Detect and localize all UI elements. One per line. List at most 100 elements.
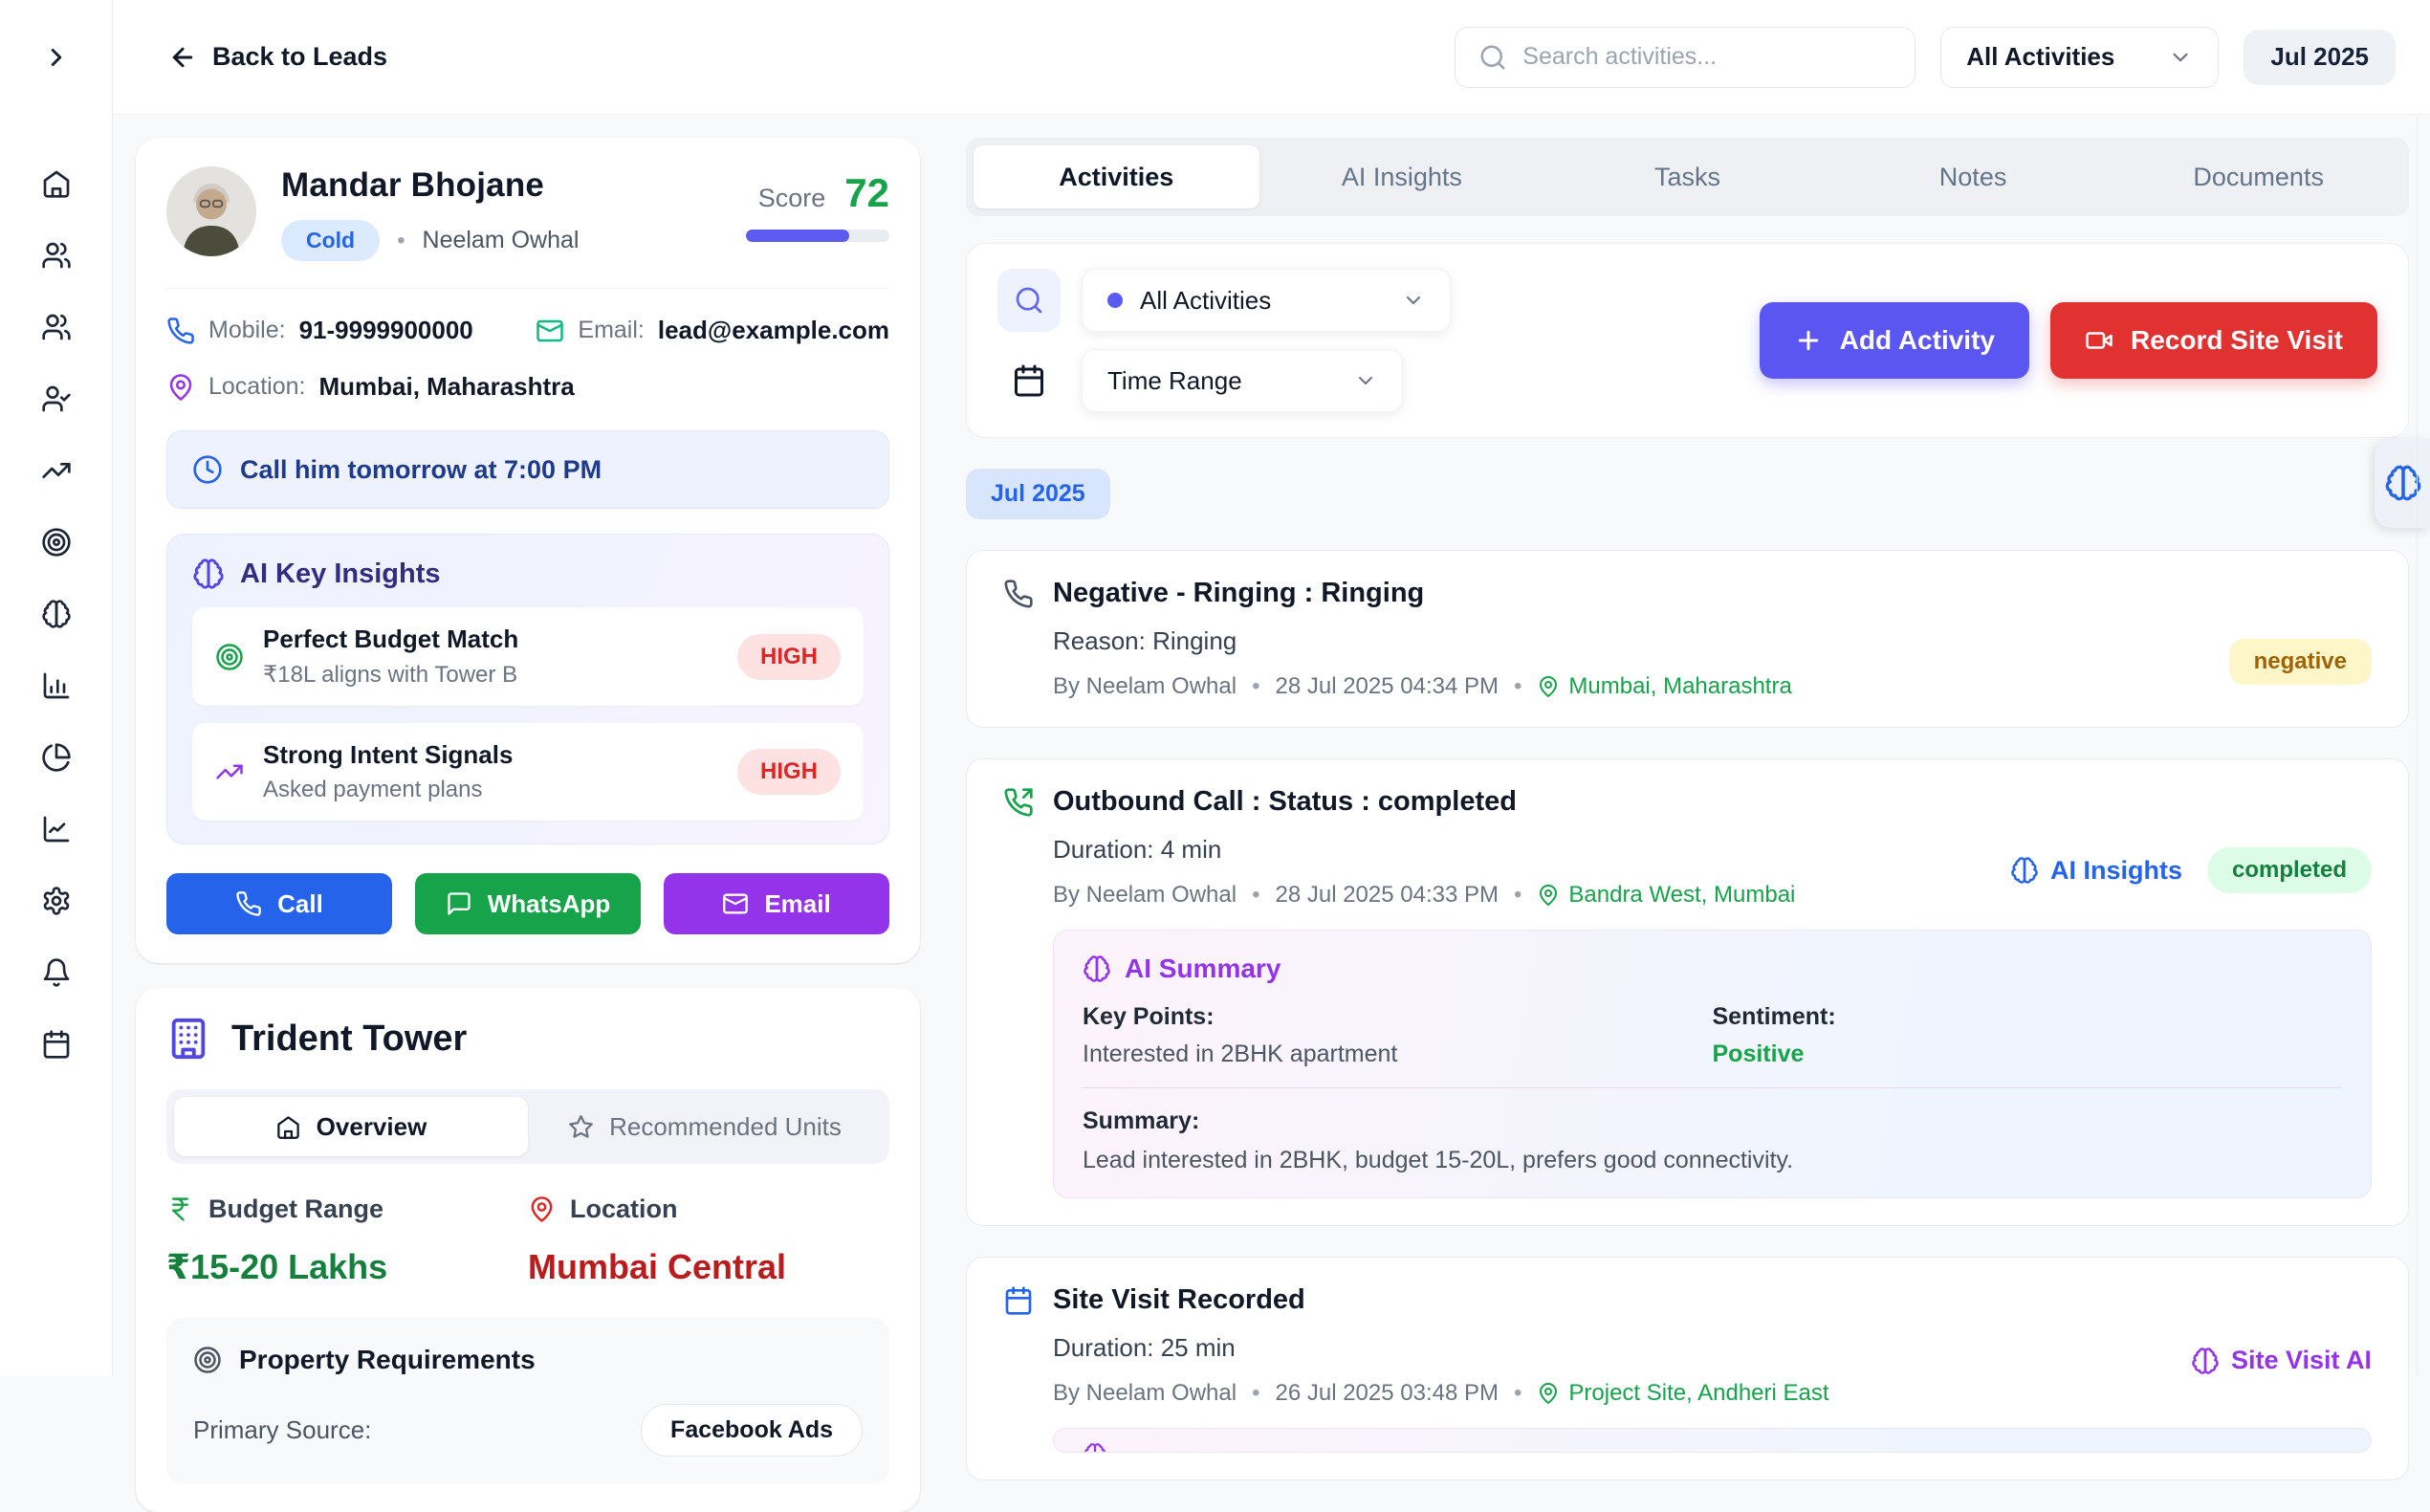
phone-icon [1003,579,1034,609]
activity-type-dropdown[interactable]: All Activities [1082,269,1451,332]
ai-insights-link[interactable]: AI Insights [2010,856,2182,886]
time-range-dropdown-value: Time Range [1107,366,1242,396]
activities-panel: Activities AI Insights Tasks Notes Docum… [966,138,2409,1376]
ai-summary-title: AI Summary [1125,953,1281,984]
lead-identity: Mandar Bhojane Cold Neelam Owhal [281,166,579,261]
activity-location[interactable]: Mumbai, Maharashtra [1537,673,1791,700]
whatsapp-button[interactable]: WhatsApp [415,873,641,934]
brain-icon [2191,1347,2220,1375]
sidebar-item-assigned-leads[interactable] [41,383,72,414]
dot-separator [397,228,405,254]
contact-row: Mobile: 91-9999900000 Email: lead@exampl… [166,316,889,345]
insight-level-badge: HIGH [737,634,841,680]
scrollbar-track[interactable] [2417,117,2418,1376]
activity-body: Duration: 25 min By Neelam Owhal 26 Jul … [1053,1333,2372,1407]
activity-type-select[interactable]: All Activities [1940,27,2219,88]
activity-aside: AI Insights completed [2010,847,2372,893]
site-visit-ai-link-label: Site Visit AI [2231,1346,2372,1375]
search-icon [1014,285,1044,316]
call-button-label: Call [277,889,323,919]
activity-detail: Duration: 25 min [1053,1333,2372,1363]
users-icon [41,312,72,342]
sidebar-item-settings[interactable] [41,886,72,916]
mail-icon [536,317,564,345]
email-value: lead@example.com [658,316,889,345]
activity-title: Site Visit Recorded [1053,1284,1305,1316]
sidebar-item-targets[interactable] [41,527,72,558]
tab-recommended-units[interactable]: Recommended Units [528,1097,882,1156]
search-input[interactable] [1522,43,1892,71]
users-icon [41,240,72,271]
property-header: Trident Tower [166,1017,889,1061]
user-check-icon [41,383,72,414]
insight-subtitle: Asked payment plans [263,777,718,803]
brain-icon [1083,1442,2342,1453]
sentiment-block: Sentiment: Positive [1713,1003,2343,1068]
call-button[interactable]: Call [166,873,392,934]
sidebar-item-ai[interactable] [41,599,72,629]
message-icon [446,890,472,917]
target-icon [41,527,72,558]
property-requirements: Property Requirements Primary Source: Fa… [166,1318,889,1483]
lead-actions: Call WhatsApp Email [166,873,889,934]
trending-up-icon [41,455,72,486]
status-badge: completed [2207,847,2372,893]
phone-outgoing-icon [1003,787,1034,818]
score-progress-fill [746,230,849,242]
time-range-dropdown[interactable]: Time Range [1082,349,1403,412]
ai-summary-truncated [1053,1428,2372,1453]
activity-header: Negative - Ringing : Ringing [1003,578,2372,609]
sidebar-item-home[interactable] [41,168,72,199]
insight-text: Strong Intent Signals Asked payment plan… [263,740,718,803]
ai-assistant-flyout-button[interactable] [2375,438,2430,528]
map-pin-icon [166,373,195,402]
activity-location[interactable]: Bandra West, Mumbai [1537,882,1795,909]
record-site-visit-button[interactable]: Record Site Visit [2050,302,2377,379]
map-pin-icon [528,1195,556,1223]
site-visit-ai-link[interactable]: Site Visit AI [2191,1346,2372,1375]
ai-insights-link-label: AI Insights [2050,856,2182,886]
activity-author: By Neelam Owhal [1053,1380,1237,1407]
add-activity-label: Add Activity [1840,325,1995,356]
sidebar-item-notifications[interactable] [41,957,72,988]
sidebar-item-team[interactable] [41,240,72,271]
sidebar-item-reports[interactable] [41,670,72,701]
sidebar-item-analytics[interactable] [41,742,72,773]
calendar-icon [1003,1285,1034,1316]
tab-documents[interactable]: Documents [2115,145,2401,208]
tab-overview-label: Overview [317,1112,427,1142]
divider [1083,1087,2342,1088]
panel-tabs: Activities AI Insights Tasks Notes Docum… [966,138,2409,216]
tab-ai-insights[interactable]: AI Insights [1259,145,1545,208]
gear-icon [41,886,72,916]
insight-title: Strong Intent Signals [263,740,718,770]
lead-subline: Cold Neelam Owhal [281,220,579,261]
activity-aside: negative [2229,639,2372,685]
tab-notes[interactable]: Notes [1830,145,2116,208]
video-icon [2085,326,2113,355]
topbar: Back to Leads All Activities Jul 2025 [113,0,2430,115]
tab-overview[interactable]: Overview [174,1097,528,1156]
tab-tasks[interactable]: Tasks [1544,145,1830,208]
add-activity-button[interactable]: Add Activity [1760,302,2029,379]
activity-author: By Neelam Owhal [1053,882,1237,909]
activity-location[interactable]: Project Site, Andheri East [1537,1380,1828,1407]
email-button[interactable]: Email [664,873,889,934]
primary-source-value[interactable]: Facebook Ads [641,1404,863,1457]
property-card: Trident Tower Overview Recommended Units [136,988,920,1512]
lead-panel: Mandar Bhojane Cold Neelam Owhal Score 7… [136,138,920,1376]
tab-activities[interactable]: Activities [974,145,1259,208]
pie-chart-icon [41,742,72,773]
sidebar-item-performance[interactable] [41,814,72,844]
sidebar-item-trends[interactable] [41,455,72,486]
home-icon [275,1114,301,1140]
sidebar-item-leads[interactable] [41,312,72,342]
chevron-down-icon [2168,45,2193,70]
back-to-leads-button[interactable]: Back to Leads [168,42,387,72]
tab-recommended-units-label: Recommended Units [609,1112,842,1142]
sidebar-item-calendar[interactable] [41,1029,72,1060]
map-pin-icon [1537,884,1560,907]
filter-search-button[interactable] [997,269,1061,332]
activity-type-dropdown-value: All Activities [1140,286,1271,316]
sidebar-expand-button[interactable] [0,0,112,115]
